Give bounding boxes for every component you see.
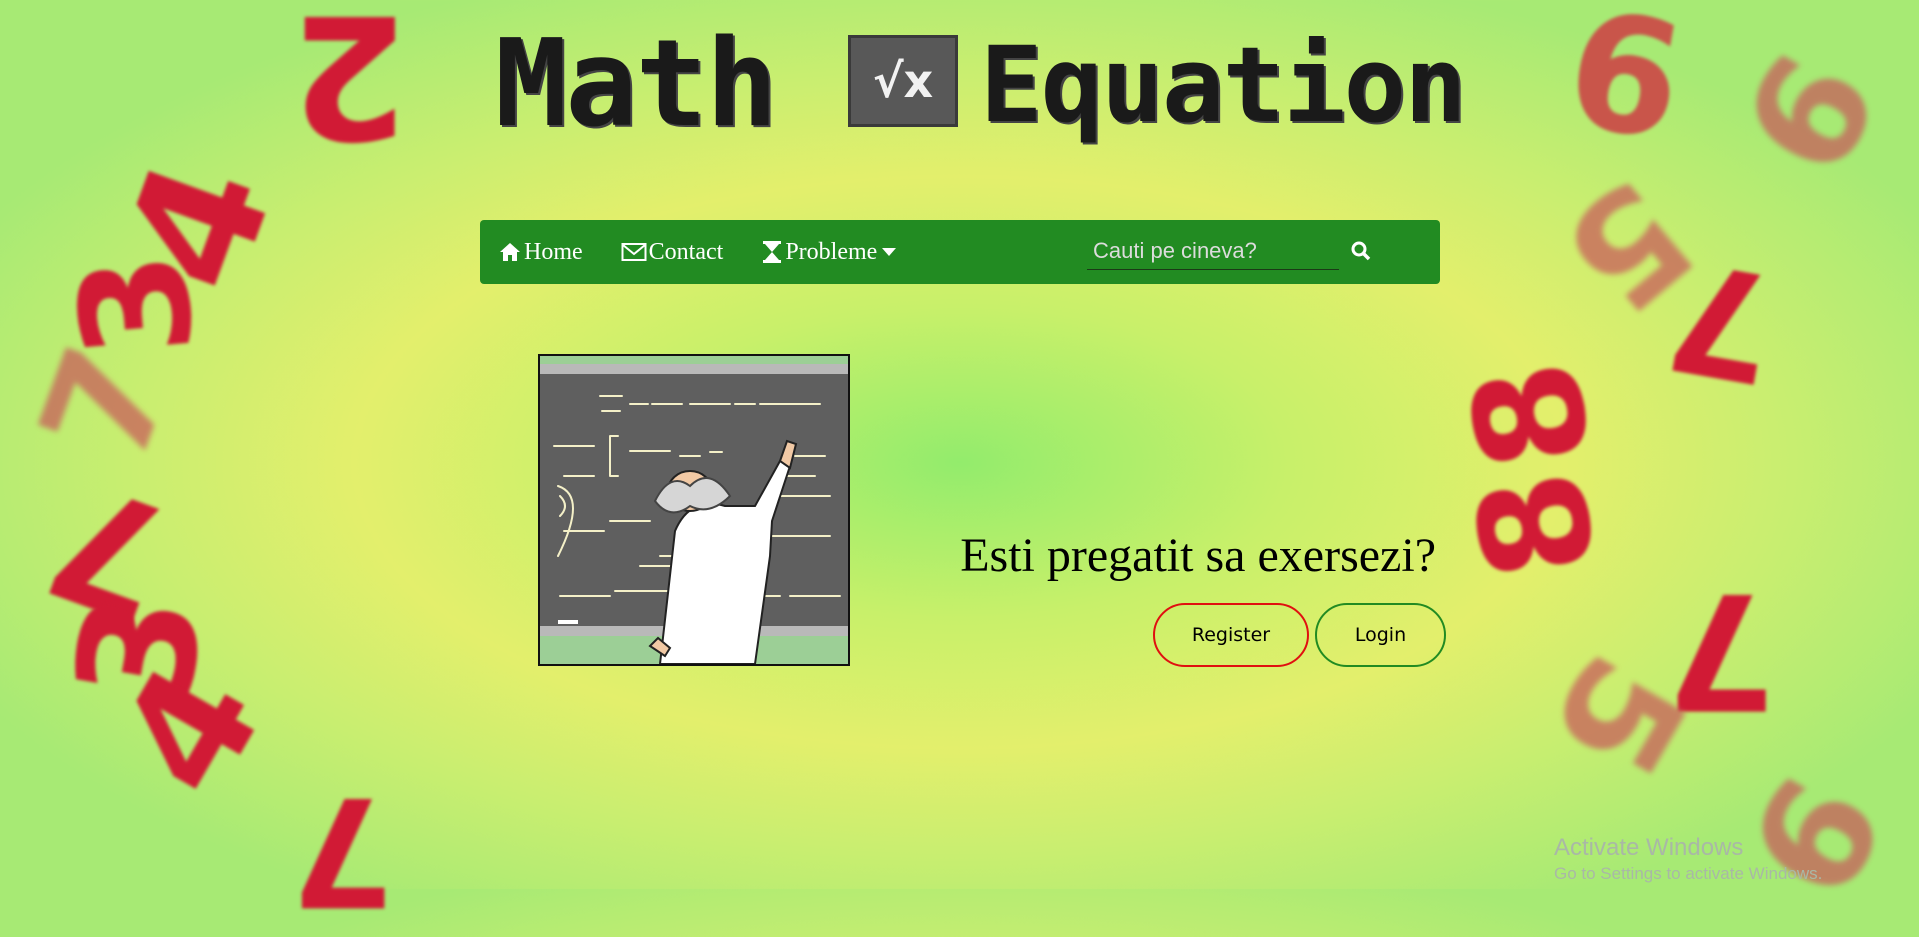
login-button[interactable]: Login	[1315, 603, 1446, 667]
nav-contact-link[interactable]: Contact	[621, 238, 724, 266]
watermark-subtitle: Go to Settings to activate Windows.	[1554, 864, 1823, 883]
decor-number: 7	[290, 763, 395, 937]
search-icon	[1351, 241, 1371, 261]
decor-number: 6	[1710, 26, 1914, 204]
nav-contact-label: Contact	[648, 238, 724, 265]
search-input[interactable]	[1087, 232, 1339, 270]
decor-number: 4	[81, 634, 300, 825]
decor-number: 8	[1442, 458, 1632, 592]
professor-chalkboard-image	[538, 354, 850, 666]
search-bar	[1087, 232, 1371, 270]
sqrt-x-icon: √x	[848, 35, 958, 127]
caret-down-icon	[882, 248, 897, 256]
nav-home-link[interactable]: Home	[498, 239, 583, 266]
main-navbar: Home Contact Probleme	[480, 220, 1440, 284]
nav-probleme-dropdown[interactable]: Probleme	[761, 239, 899, 266]
decor-number: 8	[1437, 348, 1627, 482]
activate-windows-watermark: Activate Windows Go to Settings to activ…	[1554, 834, 1822, 884]
register-button[interactable]: Register	[1153, 603, 1309, 667]
nav-probleme-label: Probleme	[785, 238, 878, 265]
search-button[interactable]	[1351, 241, 1371, 261]
decor-number: 2	[290, 0, 409, 174]
logo-word-math: Math	[495, 15, 778, 154]
envelope-icon	[621, 243, 647, 261]
watermark-title: Activate Windows	[1554, 834, 1744, 861]
nav-home-label: Home	[524, 238, 583, 265]
home-icon	[500, 243, 520, 261]
decor-number: 9	[1554, 0, 1697, 173]
page-headline: Esti pregatit sa exersezi?	[960, 529, 1436, 582]
hourglass-icon	[763, 241, 782, 263]
logo-word-equation: Equation	[980, 24, 1467, 146]
site-logo: Math √x Equation	[490, 5, 1467, 165]
